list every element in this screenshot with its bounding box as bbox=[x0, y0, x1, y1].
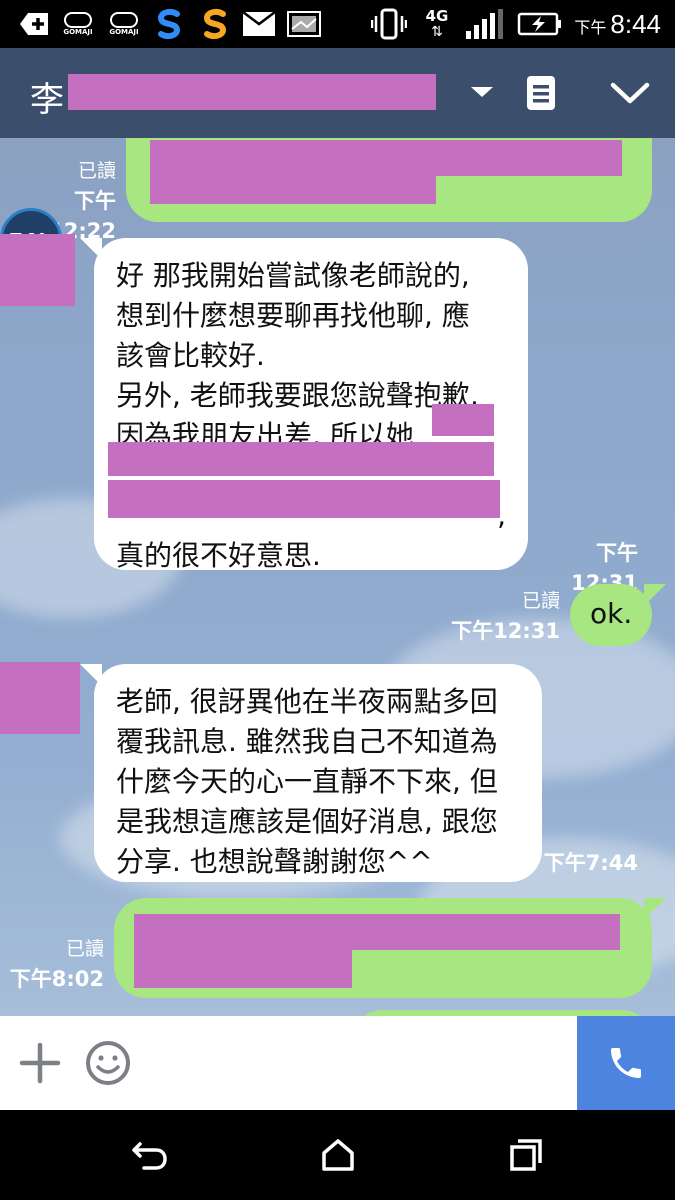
home-icon[interactable] bbox=[318, 1135, 358, 1175]
redacted-text bbox=[134, 914, 620, 950]
gomaji-icon: GOMAJI bbox=[106, 8, 142, 40]
incoming-message-bubble[interactable]: 老師, 很訝異他在半夜兩點多回 覆我訊息. 雖然我自己不知道為 什麼今天的心一直… bbox=[80, 664, 542, 882]
add-notification-icon bbox=[18, 8, 50, 40]
redacted-text bbox=[134, 950, 352, 988]
redacted-avatar bbox=[0, 234, 75, 306]
emoji-icon[interactable] bbox=[84, 1039, 132, 1087]
status-bar: GOMAJI GOMAJI 4G ⇅ 下午 8:44 bbox=[0, 0, 675, 48]
message-meta: 下午7:44 bbox=[540, 848, 638, 878]
redacted-text bbox=[150, 140, 622, 176]
gomaji-icon: GOMAJI bbox=[60, 8, 96, 40]
message-meta: 已讀 下午8:02 bbox=[0, 934, 104, 994]
contact-name[interactable]: 李 bbox=[30, 72, 64, 121]
battery-charging-icon bbox=[516, 8, 564, 40]
redacted-name bbox=[68, 74, 436, 110]
image-icon bbox=[286, 8, 322, 40]
message-time: 下午7:44 bbox=[543, 851, 638, 875]
mail-icon bbox=[242, 8, 276, 40]
redacted-avatar bbox=[0, 662, 80, 734]
add-attachment-icon[interactable] bbox=[18, 1041, 62, 1085]
read-receipt: 已讀 bbox=[77, 160, 116, 182]
back-icon[interactable] bbox=[130, 1135, 170, 1175]
chat-message-list[interactable]: 已讀 下午12:22 74° 好 那我開始嘗試像老師說的, 想到什麼想要聊再找他… bbox=[0, 138, 675, 1016]
message-time: 下午12:31 bbox=[451, 619, 560, 643]
redacted-text bbox=[432, 404, 494, 436]
signal-icon bbox=[462, 8, 506, 40]
chat-header: 李 bbox=[0, 48, 675, 138]
message-meta: 已讀 下午12:31 bbox=[450, 586, 560, 646]
orange-s-app-icon bbox=[196, 8, 234, 40]
network-4g-icon: 4G ⇅ bbox=[425, 6, 449, 40]
read-receipt: 已讀 bbox=[65, 938, 104, 960]
phone-icon bbox=[611, 1048, 641, 1078]
vibrate-icon bbox=[370, 8, 408, 40]
redacted-text bbox=[108, 442, 494, 476]
blue-s-app-icon bbox=[150, 8, 188, 40]
notes-icon[interactable] bbox=[524, 74, 558, 112]
redacted-text bbox=[108, 480, 500, 518]
message-time: 下午8:02 bbox=[9, 967, 104, 991]
call-button[interactable] bbox=[577, 1016, 675, 1110]
redacted-text bbox=[150, 176, 436, 204]
message-input-bar bbox=[0, 1016, 675, 1110]
dropdown-arrow-icon[interactable] bbox=[466, 76, 498, 108]
chevron-down-icon[interactable] bbox=[608, 76, 652, 110]
clock: 下午 8:44 bbox=[574, 9, 661, 39]
read-receipt: 已讀 bbox=[521, 590, 560, 612]
recent-apps-icon[interactable] bbox=[506, 1135, 546, 1175]
system-navigation-bar bbox=[0, 1110, 675, 1200]
outgoing-message-bubble[interactable]: ok. bbox=[570, 584, 666, 646]
